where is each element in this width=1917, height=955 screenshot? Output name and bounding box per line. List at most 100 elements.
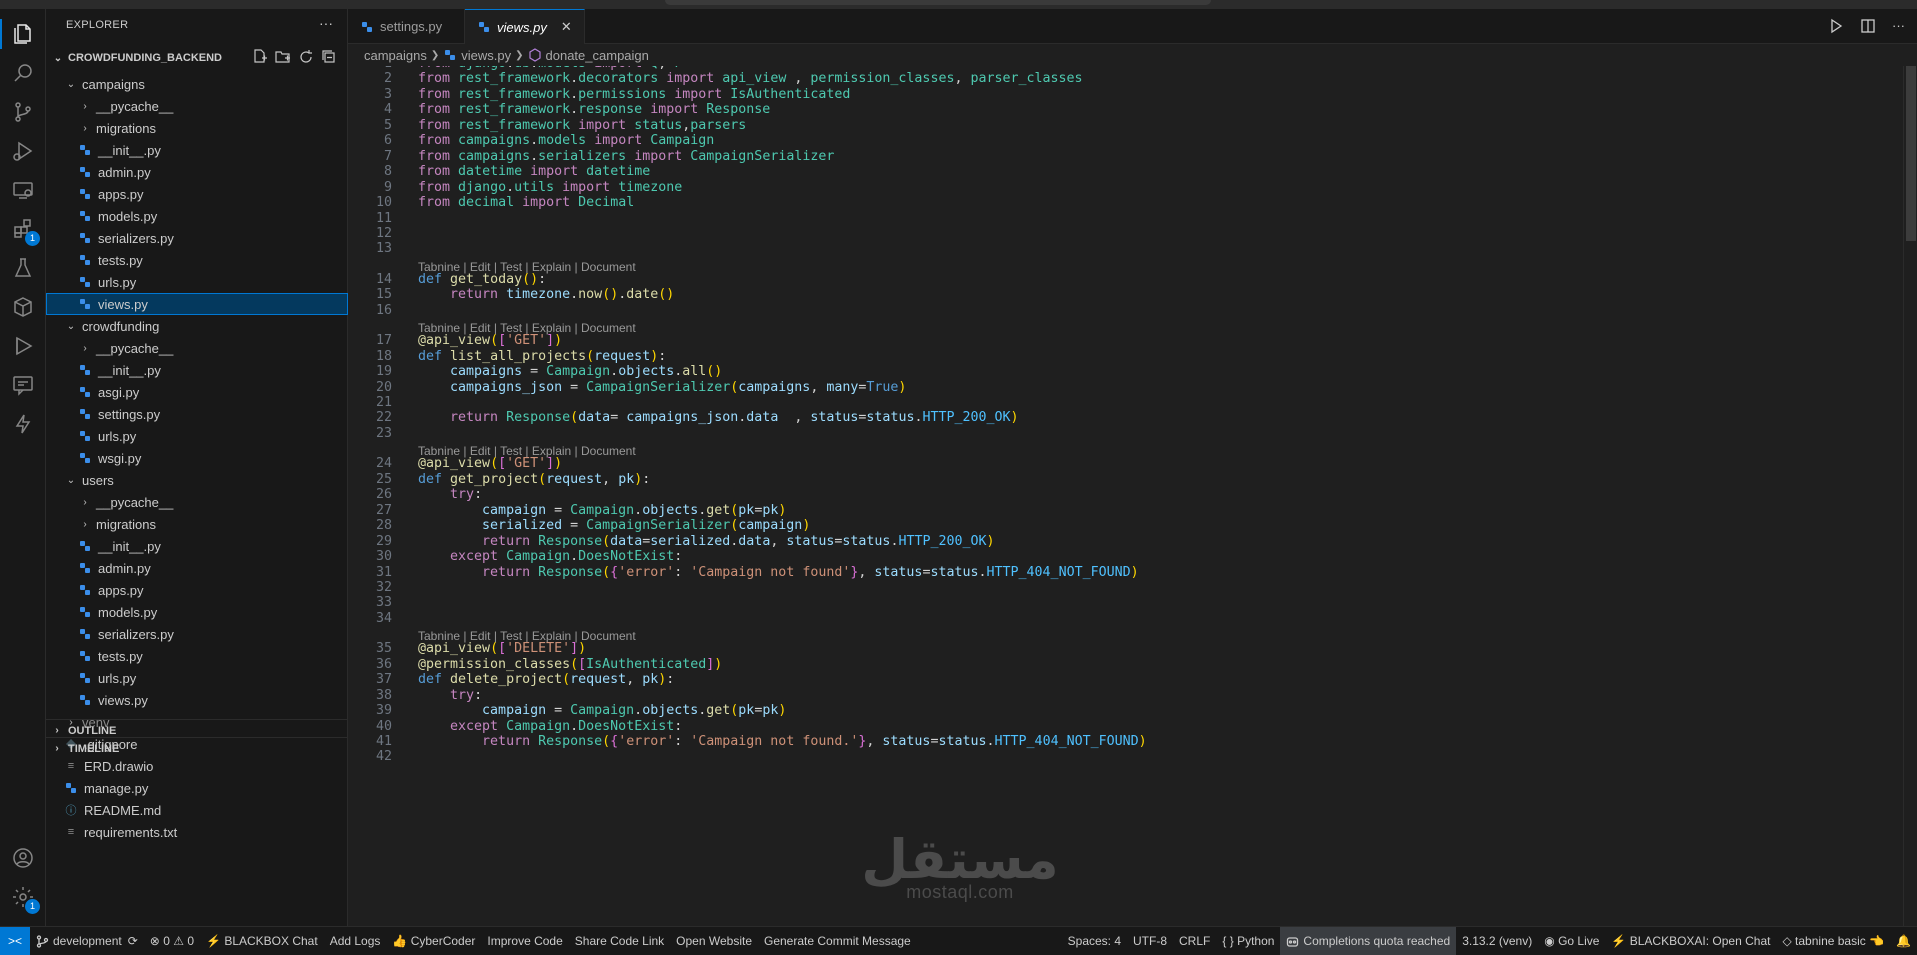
python-file-icon [78, 671, 92, 685]
tree-item[interactable]: tests.py [46, 249, 348, 271]
settings-gear-icon[interactable]: 1 [8, 882, 40, 914]
tree-item[interactable]: urls.py [46, 425, 348, 447]
remote-explorer-icon[interactable] [8, 175, 38, 205]
tree-item[interactable]: admin.py [46, 161, 348, 183]
tree-item[interactable]: ≡ requirements.txt [46, 821, 348, 843]
chevron-right-icon: › [55, 725, 59, 736]
tree-item[interactable]: models.py [46, 601, 348, 623]
copilot-status[interactable]: Completions quota reached [1280, 926, 1457, 955]
breadcrumb-item[interactable]: campaigns [364, 48, 427, 63]
eol-status[interactable]: CRLF [1173, 927, 1216, 955]
tree-item[interactable]: asgi.py [46, 381, 348, 403]
tree-item[interactable]: __init__.py [46, 139, 348, 161]
indentation-status[interactable]: Spaces: 4 [1062, 927, 1127, 955]
tree-item[interactable]: manage.py [46, 777, 348, 799]
interpreter-status[interactable]: 3.13.2 (venv) [1456, 927, 1538, 955]
timeline-panel[interactable]: › TIMELINE [46, 737, 348, 759]
run-debug-icon[interactable] [8, 136, 38, 166]
tree-item[interactable]: tests.py [46, 645, 348, 667]
add-logs-button[interactable]: Add Logs [324, 927, 387, 955]
cybercoder-button[interactable]: 👍 CyberCoder [386, 927, 481, 955]
breadcrumb-item[interactable]: views.py [461, 48, 511, 63]
code-line[interactable]: campaigns_json = CampaignSerializer(camp… [418, 378, 906, 397]
problems-status[interactable]: ⊗ 0 ⚠ 0 [144, 927, 200, 955]
encoding-status[interactable]: UTF-8 [1127, 927, 1173, 955]
tab-settings-py[interactable]: settings.py [348, 9, 465, 44]
tree-item[interactable]: › __pycache__ [46, 337, 348, 359]
tree-item[interactable]: apps.py [46, 579, 348, 601]
code-line[interactable]: return Response({'error': 'Campaign not … [418, 732, 1147, 751]
tree-item[interactable]: urls.py [46, 271, 348, 293]
sync-icon[interactable]: ⟳ [128, 934, 138, 948]
branch-status[interactable]: development ⟳ [30, 927, 144, 955]
tree-item[interactable]: admin.py [46, 557, 348, 579]
tree-item[interactable]: ⌄ users [46, 469, 348, 491]
command-center[interactable] [665, 0, 1211, 5]
tree-item[interactable]: serializers.py [46, 227, 348, 249]
tree-item[interactable]: urls.py [46, 667, 348, 689]
new-file-icon[interactable] [252, 49, 268, 65]
more-actions-icon[interactable]: ··· [1892, 18, 1905, 37]
split-editor-icon[interactable] [1860, 18, 1876, 37]
collapse-all-icon[interactable] [321, 49, 337, 65]
code-line[interactable]: from decimal import Decimal [418, 193, 634, 212]
share-code-link-button[interactable]: Share Code Link [569, 927, 670, 955]
blackbox-chat-button[interactable]: ⚡ BLACKBOX Chat [200, 927, 324, 955]
chat-icon[interactable] [8, 370, 38, 400]
breadcrumb-item[interactable]: donate_campaign [546, 48, 649, 63]
scrollbar-thumb[interactable] [1906, 66, 1916, 241]
notifications-icon[interactable]: 🔔 [1890, 927, 1917, 955]
tree-item[interactable]: apps.py [46, 183, 348, 205]
refresh-icon[interactable] [298, 49, 314, 65]
extensions-icon[interactable]: 1 [8, 214, 40, 246]
blackbox-icon[interactable] [8, 409, 38, 439]
language-status[interactable]: { } Python [1216, 927, 1280, 955]
editor-scrollbar[interactable] [1903, 66, 1917, 926]
tree-item[interactable]: __init__.py [46, 535, 348, 557]
tree-item[interactable]: settings.py [46, 403, 348, 425]
tabnine-status[interactable]: ◇ tabnine basic 👈 [1776, 927, 1890, 955]
tree-item[interactable]: › __pycache__ [46, 95, 348, 117]
run-python-icon[interactable] [1828, 18, 1844, 37]
activity-bar: 1 1 [0, 9, 46, 926]
code-line[interactable]: return Response(data= campaigns_json.dat… [418, 408, 1019, 427]
remote-indicator[interactable]: >< [0, 926, 30, 955]
tree-item[interactable]: ⌄ crowdfunding [46, 315, 348, 337]
source-control-icon[interactable] [8, 97, 38, 127]
tab-views-py[interactable]: views.py ✕ [465, 9, 585, 44]
workspace-root-label: CROWDFUNDING_BACKEND [68, 52, 222, 64]
code-line[interactable]: return Response({'error': 'Campaign not … [418, 563, 1139, 582]
tree-item[interactable]: views.py [46, 293, 348, 315]
tree-item-label: __pycache__ [96, 494, 174, 510]
tree-item[interactable]: › __pycache__ [46, 491, 348, 513]
tree-item[interactable]: ⌄ campaigns [46, 73, 348, 95]
go-live-button[interactable]: ◉ Go Live [1538, 927, 1605, 955]
search-icon[interactable] [8, 58, 38, 88]
python-file-icon [78, 275, 92, 289]
status-item-label: tabnine basic 👈 [1795, 934, 1885, 948]
testing-icon[interactable] [8, 253, 38, 283]
error-count: 0 [163, 934, 170, 948]
improve-code-button[interactable]: Improve Code [481, 927, 568, 955]
generate-commit-button[interactable]: Generate Commit Message [758, 927, 917, 955]
close-icon[interactable]: ✕ [561, 19, 572, 35]
tree-item[interactable]: views.py [46, 689, 348, 711]
tree-item[interactable]: serializers.py [46, 623, 348, 645]
blackboxai-button[interactable]: ⚡ BLACKBOXAI: Open Chat [1605, 927, 1776, 955]
tree-item[interactable]: › migrations [46, 513, 348, 535]
new-folder-icon[interactable] [275, 49, 291, 65]
tree-item[interactable]: ⓘ README.md [46, 799, 348, 821]
containers-icon[interactable] [8, 292, 38, 322]
python-file-icon [78, 143, 92, 157]
code-editor[interactable]: 1from django.db.models import Q, F2from … [348, 66, 1917, 926]
tree-item[interactable]: › migrations [46, 117, 348, 139]
tabnine-icon[interactable] [8, 331, 38, 361]
explorer-more-button[interactable]: ··· [319, 15, 333, 31]
tree-item[interactable]: __init__.py [46, 359, 348, 381]
tree-item[interactable]: wsgi.py [46, 447, 348, 469]
account-icon[interactable] [8, 843, 38, 873]
tree-item[interactable]: models.py [46, 205, 348, 227]
files-icon[interactable] [0, 19, 38, 49]
code-line[interactable]: return timezone.now().date() [418, 285, 674, 304]
open-website-button[interactable]: Open Website [670, 927, 758, 955]
